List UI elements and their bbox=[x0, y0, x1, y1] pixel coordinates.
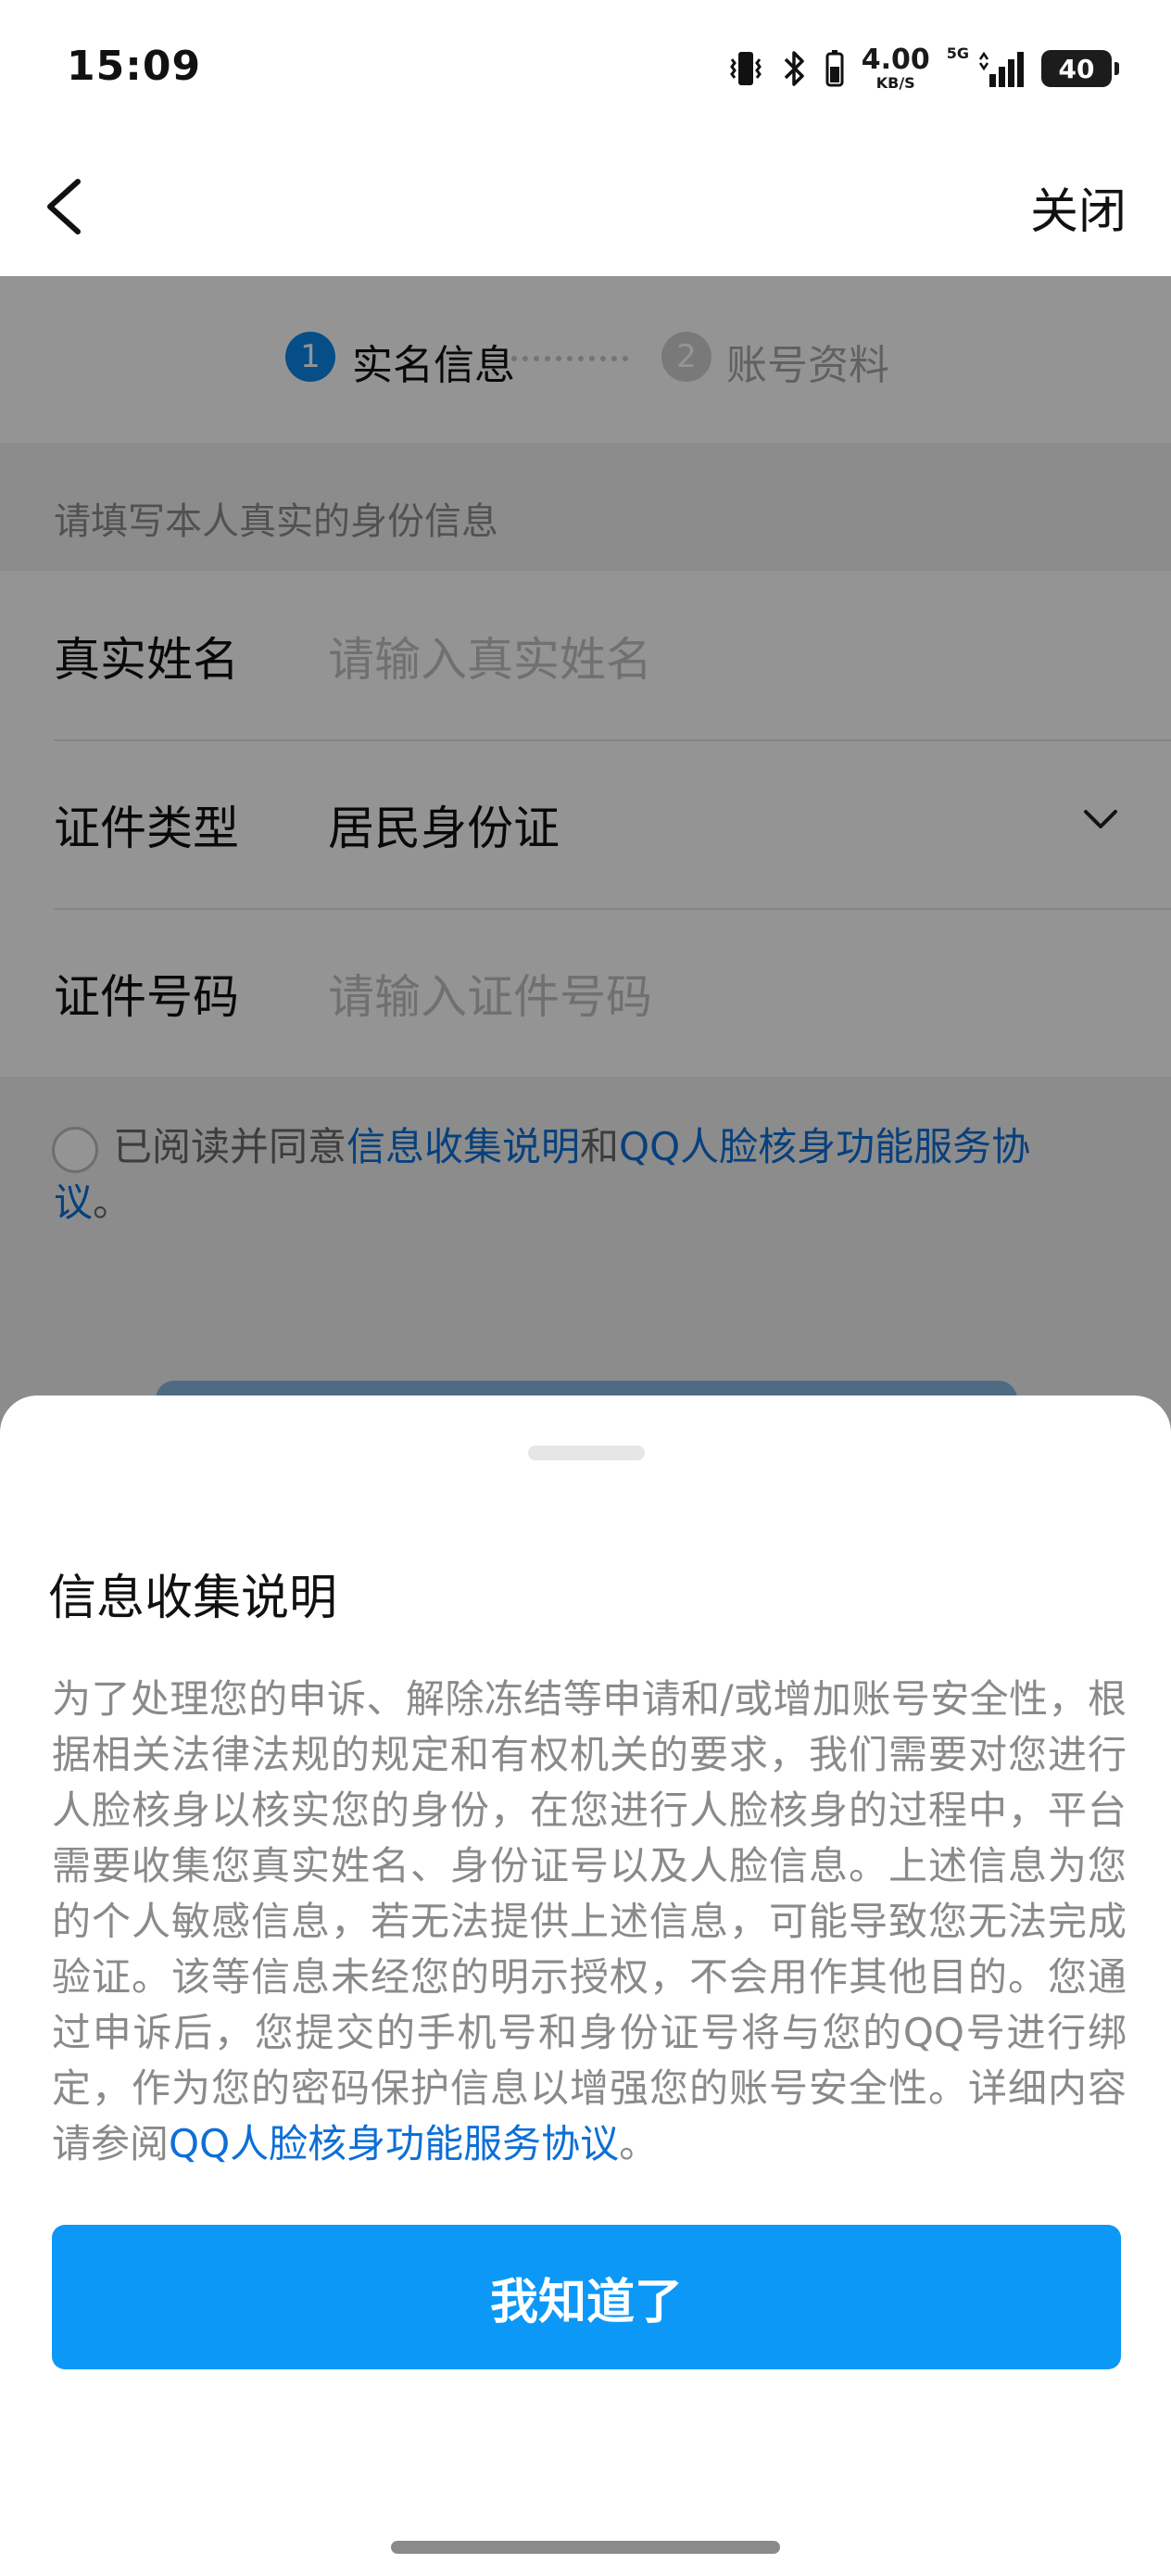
network-type: 5G bbox=[946, 44, 969, 62]
nav-bar: 关闭 bbox=[0, 137, 1171, 276]
sheet-drag-handle[interactable] bbox=[528, 1446, 645, 1460]
net-speed-value: 4.00 bbox=[861, 44, 930, 76]
vibrate-icon bbox=[729, 52, 762, 85]
close-button[interactable]: 关闭 bbox=[1030, 172, 1127, 242]
sheet-body-main: 为了处理您的申诉、解除冻结等申请和/或增加账号安全性，根据相关法律法规的规定和有… bbox=[52, 1676, 1127, 2166]
sheet-body-text: 为了处理您的申诉、解除冻结等申请和/或增加账号安全性，根据相关法律法规的规定和有… bbox=[52, 1672, 1127, 2172]
status-icons: 4.00 KB/S 5G 40 bbox=[726, 41, 1119, 96]
status-time: 15:09 bbox=[67, 43, 202, 90]
bluetooth-icon bbox=[784, 51, 804, 86]
acknowledge-button[interactable]: 我知道了 bbox=[52, 2225, 1121, 2369]
home-indicator[interactable] bbox=[391, 2541, 780, 2554]
battery-saver-icon bbox=[825, 50, 844, 87]
back-arrow-icon[interactable] bbox=[41, 174, 96, 239]
signal-icon bbox=[978, 51, 1024, 87]
battery-indicator: 40 bbox=[1041, 50, 1119, 87]
status-bar: 15:09 4.00 KB/S 5G 40 bbox=[0, 0, 1171, 137]
sheet-body-end: 。 bbox=[619, 2121, 659, 2166]
sheet-title: 信息收集说明 bbox=[48, 1571, 338, 1626]
info-collection-sheet: 信息收集说明 为了处理您的申诉、解除冻结等申请和/或增加账号安全性，根据相关法律… bbox=[0, 1395, 1171, 2576]
net-speed-unit: KB/S bbox=[875, 74, 915, 92]
sheet-agreement-link[interactable]: QQ人脸核身功能服务协议 bbox=[169, 2121, 619, 2166]
net-speed: 4.00 KB/S bbox=[862, 46, 930, 91]
